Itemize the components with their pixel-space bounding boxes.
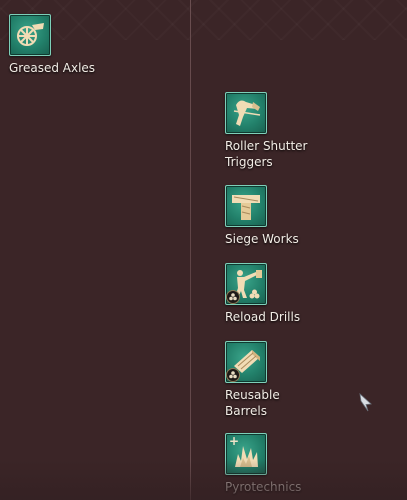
tech-icon-tile[interactable] — [225, 92, 267, 134]
tech-icon-tile[interactable]: + — [225, 433, 267, 475]
tech-label: Greased Axles — [9, 61, 96, 75]
tech-greased-axles[interactable]: Greased Axles — [9, 14, 159, 76]
tech-label: Reload Drills — [225, 310, 301, 324]
tech-label: Roller Shutter Triggers — [225, 139, 308, 169]
archer-icon — [233, 100, 261, 126]
cannonball-badge-icon — [226, 368, 240, 382]
tech-pyrotechnics[interactable]: + Pyrotechnics — [225, 433, 375, 495]
tech-icon-tile[interactable] — [225, 263, 267, 305]
tech-label: Pyrotechnics — [225, 480, 302, 494]
tech-siege-works[interactable]: Siege Works — [225, 185, 375, 247]
wheel-icon — [17, 23, 44, 46]
plus-icon: + — [229, 434, 240, 448]
tech-label: Siege Works — [225, 232, 299, 246]
tech-icon-tile[interactable] — [9, 14, 51, 56]
tech-icon-tile[interactable] — [225, 341, 267, 383]
tech-reusable-barrels[interactable]: Reusable Barrels — [225, 341, 375, 419]
tech-icon-tile[interactable] — [225, 185, 267, 227]
column-divider — [190, 0, 191, 500]
cannonball-badge-icon — [226, 290, 240, 304]
tech-roller-shutter-triggers[interactable]: Roller Shutter Triggers — [225, 92, 375, 170]
wooden-beam-icon — [232, 195, 260, 220]
tech-label: Reusable Barrels — [225, 388, 280, 418]
mouse-cursor-icon — [359, 393, 372, 412]
tech-reload-drills[interactable]: Reload Drills — [225, 263, 375, 325]
